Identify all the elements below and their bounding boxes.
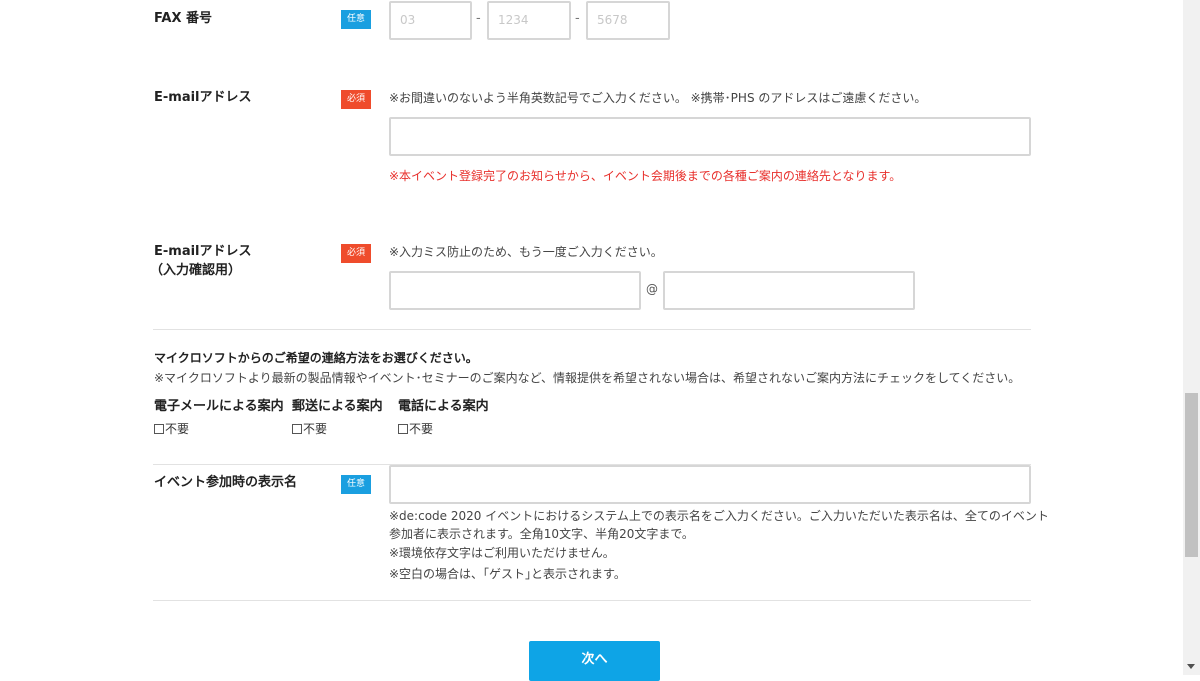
mail-contact-heading: 郵送による案内 (292, 399, 383, 414)
fax-field-3[interactable]: 5678 (586, 1, 670, 40)
checkbox-label: 不要 (165, 422, 190, 436)
optional-badge: 任意 (341, 475, 371, 494)
optional-badge: 任意 (341, 10, 371, 29)
checkbox[interactable] (154, 423, 164, 434)
mail-contact-opt-out[interactable]: 不要 (292, 418, 327, 437)
email-confirm-note: ※入力ミス防止のため、もう一度ご入力ください。 (389, 245, 663, 259)
at-sign: @ (646, 282, 658, 296)
next-button[interactable]: 次へ (529, 641, 660, 681)
email-note: ※お間違いのないよう半角英数記号でご入力ください。 ※携帯･PHS のアドレスは… (389, 91, 927, 105)
scrollbar-thumb[interactable] (1185, 393, 1198, 557)
fax-label: FAX 番号 (154, 11, 212, 26)
email-warning: ※本イベント登録完了のお知らせから、イベント会期後までの各種ご案内の連絡先となり… (389, 169, 902, 183)
fax-separator: - (575, 11, 580, 26)
scrollbar[interactable] (1183, 0, 1200, 675)
phone-contact-opt-out[interactable]: 不要 (398, 418, 433, 437)
divider (153, 600, 1031, 601)
email-label: E-mailアドレス (154, 90, 252, 105)
fax-separator: - (476, 11, 481, 26)
email-contact-opt-out[interactable]: 不要 (154, 418, 189, 437)
required-badge: 必須 (341, 244, 371, 263)
checkbox[interactable] (292, 423, 302, 434)
email-confirm-local-input[interactable] (389, 271, 641, 310)
scroll-down-arrow-icon[interactable] (1187, 664, 1195, 669)
email-contact-heading: 電子メールによる案内 (154, 399, 284, 414)
display-name-label: イベント参加時の表示名 (154, 475, 298, 490)
contact-title: マイクロソフトからのご希望の連絡方法をお選びください。 (154, 351, 478, 365)
email-confirm-sublabel: （入力確認用） (150, 263, 242, 278)
display-name-note-3: ※環境依存文字はご利用いただけません。 (389, 546, 615, 560)
display-name-note-4: ※空白の場合は、｢ゲスト｣と表示されます。 (389, 567, 626, 581)
checkbox[interactable] (398, 423, 408, 434)
checkbox-label: 不要 (409, 422, 434, 436)
fax-field-2[interactable]: 1234 (487, 1, 571, 40)
email-confirm-domain-input[interactable] (663, 271, 915, 310)
fax-field-1[interactable]: 03 (389, 1, 472, 40)
checkbox-label: 不要 (303, 422, 328, 436)
required-badge: 必須 (341, 90, 371, 109)
display-name-input[interactable] (389, 465, 1031, 504)
email-confirm-label: E-mailアドレス (154, 244, 252, 259)
email-input[interactable] (389, 117, 1031, 156)
phone-contact-heading: 電話による案内 (398, 399, 489, 414)
contact-subtitle: ※マイクロソフトより最新の製品情報やイベント･セミナーのご案内など、情報提供を希… (154, 371, 1021, 385)
divider (153, 329, 1031, 330)
